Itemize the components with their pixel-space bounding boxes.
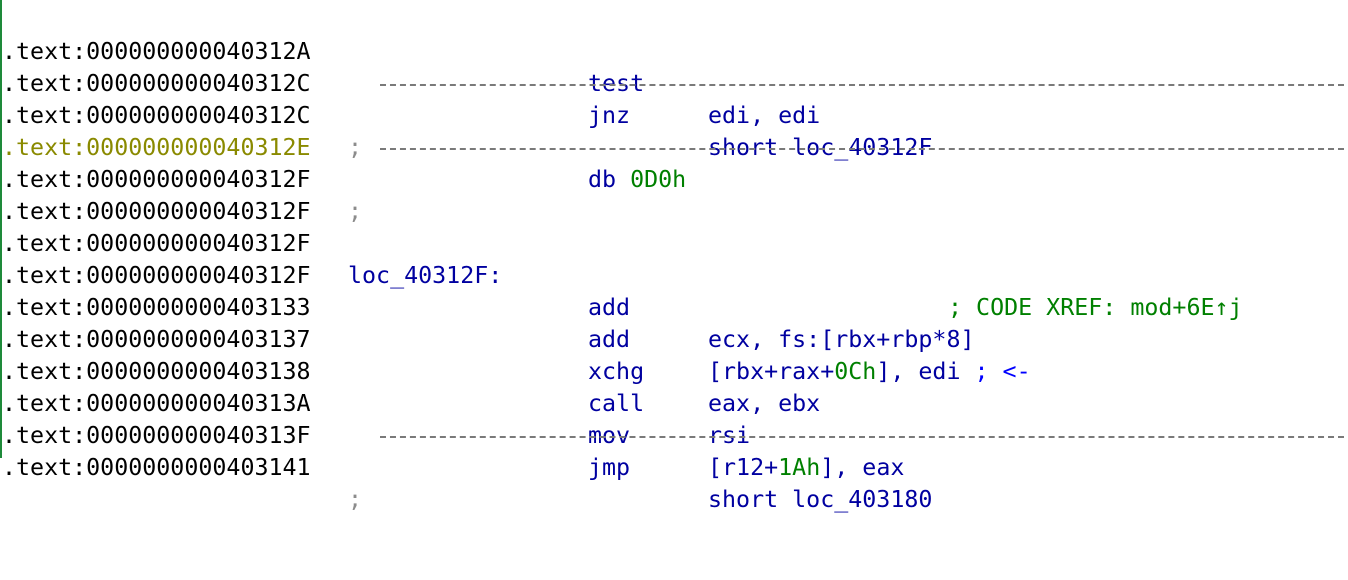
separator-comment: ; <box>348 198 363 225</box>
listing-line[interactable]: .text:0000000000403133 add [rbx+rax+0Ch]… <box>0 260 1031 385</box>
listing-line-separator[interactable]: .text:000000000040312F ; <box>0 132 1344 225</box>
operand-part: ], eax <box>820 454 905 481</box>
operands[interactable]: edi, edi <box>708 100 820 132</box>
operand-part: [r12+ <box>708 454 779 481</box>
operands[interactable]: eax, ebx <box>708 388 820 420</box>
user-comment[interactable]: ; <- <box>975 358 1031 385</box>
separator-dashes <box>380 436 1344 438</box>
mnemonic[interactable]: db 0D0h <box>588 164 686 196</box>
listing-line[interactable]: .text:0000000000403137 xchg eax, ebx <box>0 292 820 417</box>
listing-line-blank[interactable]: .text:000000000040312F <box>0 164 311 225</box>
mnemonic[interactable]: xchg <box>588 356 644 388</box>
immediate-value[interactable]: 0D0h <box>630 166 686 193</box>
listing-line[interactable]: .text:000000000040312F add ecx, fs:[rbx+… <box>0 228 975 353</box>
operands[interactable]: ecx, fs:[rbx+rbp*8] <box>708 324 975 356</box>
operands[interactable]: [rbx+rax+0Ch], edi ; <- <box>708 356 1031 388</box>
mnemonic[interactable]: add <box>588 324 630 356</box>
listing-line-separator[interactable]: .text:000000000040312C ; <box>0 68 1344 161</box>
mnemonic[interactable]: jmp <box>588 452 630 484</box>
code-label[interactable]: loc_40312F: <box>348 260 502 292</box>
xref-comment[interactable]: ; CODE XREF: mod+6E↑j <box>948 292 1243 324</box>
separator-dashes <box>380 84 1344 86</box>
separator-dashes <box>380 148 1344 150</box>
listing-line[interactable]: .text:000000000040313A mov [r12+1Ah], ea… <box>0 356 904 481</box>
mnemonic[interactable]: jnz <box>588 100 630 132</box>
operand-part: [rbx+rax+ <box>708 358 835 385</box>
listing-line[interactable]: .text:000000000040312E db 0D0h <box>0 100 686 193</box>
listing-line[interactable]: .text:0000000000403138 call rsi <box>0 324 750 449</box>
mnemonic[interactable]: call <box>588 388 644 420</box>
separator-comment: ; <box>348 134 363 161</box>
mnemonic[interactable]: add <box>588 292 630 324</box>
operand-part: ], edi <box>876 358 961 385</box>
listing-line[interactable]: .text:000000000040312C jnz short loc_403… <box>0 36 932 161</box>
listing-line[interactable]: .text:000000000040313F jmp short loc_403… <box>0 388 932 513</box>
immediate-value[interactable]: 1Ah <box>778 454 820 481</box>
separator-comment: ; <box>348 486 363 513</box>
address: .text:0000000000403141 <box>2 454 311 481</box>
listing-line-separator[interactable]: .text:0000000000403141 ; <box>0 420 1344 513</box>
immediate-value[interactable]: 0Ch <box>834 358 876 385</box>
listing-line-label[interactable]: .text:000000000040312F loc_40312F: ; COD… <box>0 196 1243 321</box>
operands[interactable]: short loc_403180 <box>708 484 932 516</box>
disassembly-listing[interactable]: .text:000000000040312A test edi, edi .te… <box>0 0 1348 513</box>
listing-line[interactable]: .text:000000000040312A test edi, edi <box>0 4 820 129</box>
mnemonic-text: db <box>588 166 617 193</box>
operands[interactable]: [r12+1Ah], eax <box>708 452 904 484</box>
